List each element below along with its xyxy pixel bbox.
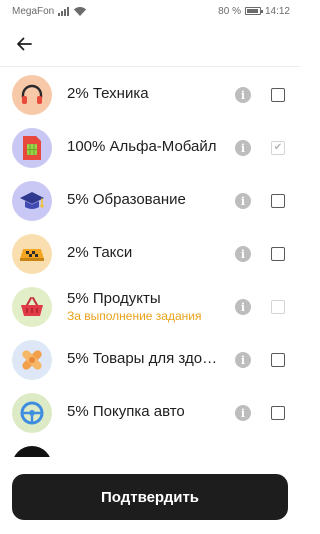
category-row[interactable]: 5% Продукты За выполнение задания i [0, 279, 300, 332]
status-left: MegaFon [12, 5, 87, 17]
category-row[interactable]: 100% Альфа-Мобайл i ✔ [0, 120, 300, 173]
category-avatar [12, 128, 52, 168]
category-checkbox[interactable] [271, 194, 285, 208]
steering-wheel-icon [19, 400, 45, 426]
status-right: 80 % 14:12 [218, 6, 290, 17]
category-label: 100% Альфа-Мобайл [67, 138, 217, 155]
category-label: 5% Товары для здоровья [67, 350, 225, 367]
info-icon[interactable]: i [235, 352, 251, 368]
category-avatar [12, 393, 52, 433]
category-label: 5% Покупка авто [67, 403, 185, 420]
info-icon[interactable]: i [235, 246, 251, 262]
category-checkbox: ✔ [271, 141, 285, 155]
category-label: 5% Продукты [67, 290, 161, 307]
category-avatar [12, 75, 52, 115]
category-checkbox [271, 300, 285, 314]
info-icon[interactable]: i [235, 140, 251, 156]
battery-percent: 80 % [218, 5, 241, 17]
carrier-name: MegaFon [12, 5, 55, 17]
sim-card-icon [20, 134, 44, 162]
category-checkbox[interactable] [271, 406, 285, 420]
category-row[interactable]: 5% Образование i [0, 173, 300, 226]
category-checkbox[interactable] [271, 247, 285, 261]
category-label: 2% Техника [67, 85, 149, 102]
category-checkbox[interactable] [271, 88, 285, 102]
category-list: 2% Техника i 100% Альфа-Мобайл i ✔ 5% Образов… [0, 67, 300, 467]
clock: 14:12 [264, 5, 290, 17]
category-avatar [12, 181, 52, 221]
confirm-button[interactable]: Подтвердить [12, 474, 288, 520]
category-row[interactable]: 5% Товары для здоровья i [0, 332, 300, 385]
category-row[interactable]: 2% Техника i [0, 67, 300, 120]
shopping-basket-icon [18, 295, 46, 319]
category-avatar [12, 340, 52, 380]
taxi-sign-icon [18, 244, 46, 264]
top-bar [0, 22, 300, 66]
info-icon[interactable]: i [235, 193, 251, 209]
battery-icon [244, 7, 263, 15]
category-avatar [12, 287, 52, 327]
bandage-icon [18, 346, 46, 374]
headphones-icon [19, 82, 45, 108]
category-avatar [12, 234, 52, 274]
arrow-left-icon [17, 37, 32, 51]
graduation-cap-icon [18, 189, 46, 213]
bottom-action-area: Подтвердить [0, 457, 300, 534]
info-icon[interactable]: i [235, 299, 251, 315]
status-bar: MegaFon 80 % 14:12 [0, 0, 300, 22]
checkmark-icon: ✔ [273, 142, 283, 153]
back-button[interactable] [12, 32, 36, 56]
category-checkbox[interactable] [271, 353, 285, 367]
battery-fill [246, 9, 259, 13]
category-label: 5% Образование [67, 191, 186, 208]
category-sublabel: За выполнение задания [67, 309, 202, 323]
category-row[interactable]: 2% Такси i [0, 226, 300, 279]
category-row[interactable]: 5% Покупка авто i [0, 385, 300, 438]
wifi-icon [74, 6, 87, 16]
info-icon[interactable]: i [235, 405, 251, 421]
info-icon[interactable]: i [235, 87, 251, 103]
signal-icon [58, 6, 70, 16]
category-label: 2% Такси [67, 244, 133, 261]
